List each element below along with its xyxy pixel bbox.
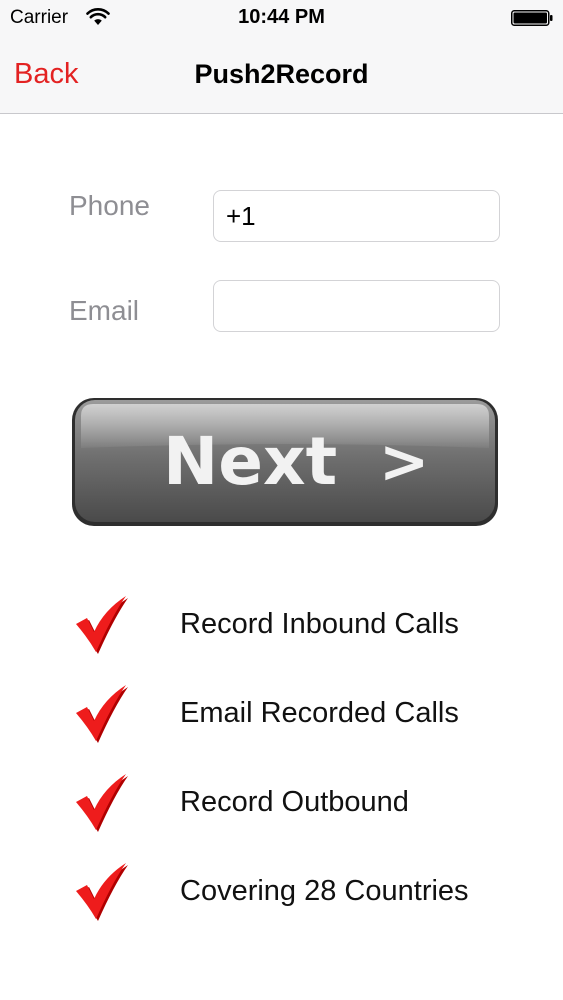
feature-item: Record Outbound [72,772,542,842]
navigation-bar: Back Push2Record [0,38,563,114]
feature-item: Covering 28 Countries [72,861,542,931]
next-button[interactable]: Next > [71,396,499,528]
red-check-icon [76,863,128,921]
phone-input[interactable] [213,190,500,242]
feature-text: Covering 28 Countries [180,875,469,907]
status-time: 10:44 PM [238,6,325,28]
feature-text: Email Recorded Calls [180,697,459,729]
chevron-right-icon: > [379,427,429,497]
red-check-icon [76,774,128,832]
status-bar: Carrier 10:44 PM [0,0,563,38]
feature-text: Record Outbound [180,786,409,818]
email-input[interactable] [213,280,500,332]
phone-label: Phone [69,190,150,221]
next-button-label: Next [163,423,337,500]
battery-icon [511,10,553,26]
red-check-icon [76,685,128,743]
email-label: Email [69,295,140,326]
red-check-icon [76,596,128,654]
page-title: Push2Record [194,59,369,89]
feature-item: Email Recorded Calls [72,683,542,753]
feature-text: Record Inbound Calls [180,608,459,640]
feature-item: Record Inbound Calls [72,594,542,664]
